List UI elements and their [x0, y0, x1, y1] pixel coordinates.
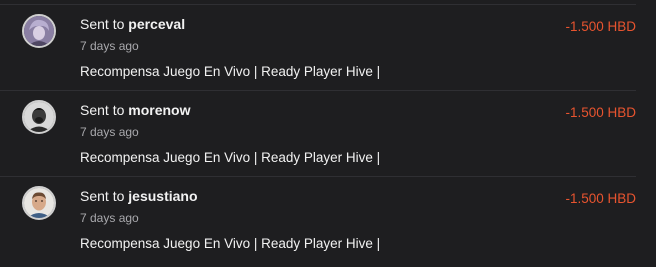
- transaction-prefix: Sent to: [80, 188, 125, 204]
- recipient-username[interactable]: perceval: [128, 16, 185, 32]
- transaction-title: Sent to jesustiano: [80, 188, 198, 205]
- transaction-amount: -1.500 HBD: [565, 19, 636, 34]
- avatar[interactable]: [22, 186, 56, 220]
- transaction-row[interactable]: Sent to jesustiano 7 days ago Recompensa…: [0, 177, 636, 263]
- transaction-title: Sent to morenow: [80, 102, 191, 119]
- avatar[interactable]: [22, 100, 56, 134]
- transaction-prefix: Sent to: [80, 16, 125, 32]
- avatar[interactable]: [22, 14, 56, 48]
- transaction-time: 7 days ago: [80, 211, 139, 225]
- recipient-username[interactable]: jesustiano: [128, 188, 197, 204]
- avatar-perceval-icon: [24, 16, 54, 46]
- transaction-amount: -1.500 HBD: [565, 105, 636, 120]
- transaction-title: Sent to perceval: [80, 16, 185, 33]
- transaction-amount: -1.500 HBD: [565, 191, 636, 206]
- transaction-time: 7 days ago: [80, 39, 139, 53]
- transaction-memo: Recompensa Juego En Vivo | Ready Player …: [80, 64, 381, 79]
- transaction-prefix: Sent to: [80, 102, 125, 118]
- transaction-row[interactable]: Sent to perceval 7 days ago Recompensa J…: [0, 5, 636, 91]
- transaction-memo: Recompensa Juego En Vivo | Ready Player …: [80, 236, 381, 251]
- transaction-memo: Recompensa Juego En Vivo | Ready Player …: [80, 150, 381, 165]
- avatar-morenow-icon: [24, 102, 54, 132]
- transaction-row[interactable]: Sent to morenow 7 days ago Recompensa Ju…: [0, 91, 636, 177]
- avatar-jesustiano-icon: [24, 188, 54, 218]
- transaction-list: Sent to perceval 7 days ago Recompensa J…: [0, 5, 636, 263]
- recipient-username[interactable]: morenow: [128, 102, 190, 118]
- transaction-time: 7 days ago: [80, 125, 139, 139]
